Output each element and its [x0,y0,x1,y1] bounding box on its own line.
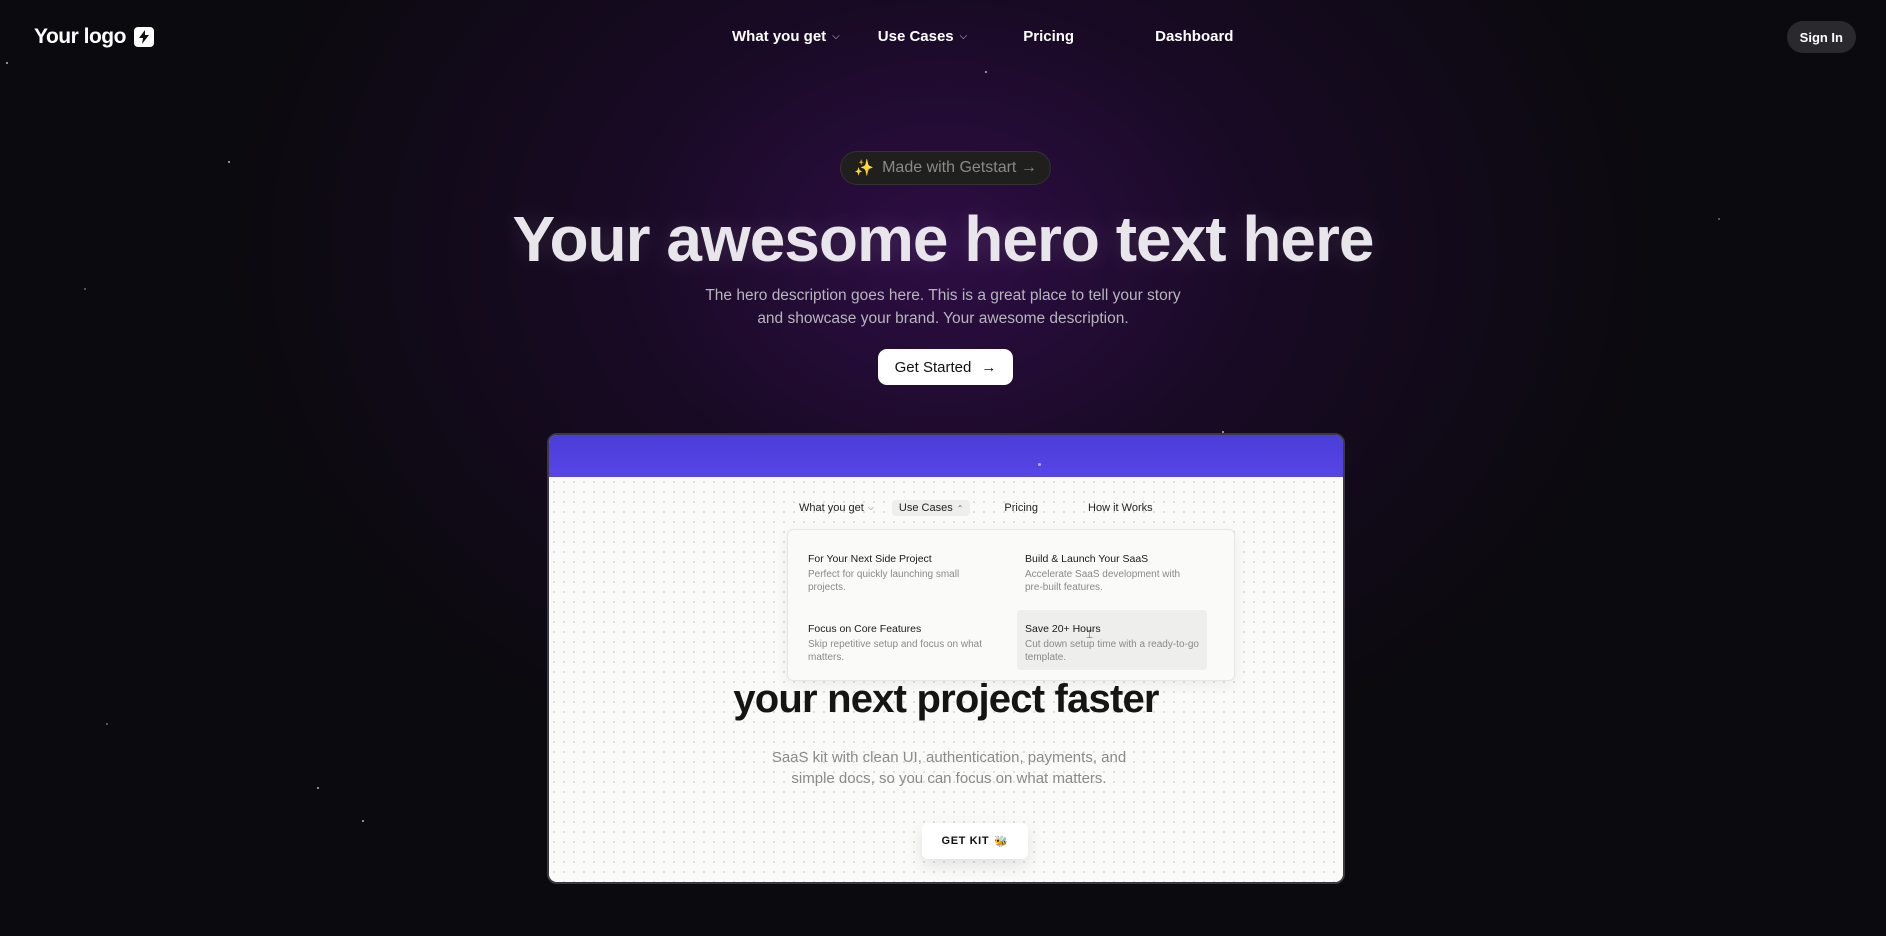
nav-pricing[interactable]: Pricing [1023,28,1074,45]
bee-icon: 🐝 [994,835,1009,848]
get-started-label: Get Started [894,358,972,376]
preview-description: SaaS kit with clean UI, authentication, … [771,749,1127,787]
sign-in-button[interactable]: Sign In [1786,21,1856,53]
arrow-right-icon: → [981,358,997,376]
chevron-down-icon: ⌵ [959,31,968,42]
dropdown-item-core-features[interactable]: Focus on Core Features Skip repetitive s… [800,616,990,670]
nav-dashboard[interactable]: Dashboard [1155,28,1233,45]
preview-header-bar [549,435,1343,477]
dropdown-item-title: Save 20+ Hours [1025,623,1101,635]
hero-description: The hero description goes here. This is … [705,287,1181,327]
dropdown-item-desc: Perfect for quickly launching small proj… [808,569,960,593]
dropdown-item-side-project[interactable]: For Your Next Side Project Perfect for q… [800,546,990,600]
get-started-button[interactable]: Get Started → [878,349,1013,385]
dropdown-item-desc: Accelerate SaaS development with pre-bui… [1025,569,1181,593]
sparkles-icon: ✨ [854,160,875,177]
preview-nav-how-it-works-label: How it Works [1088,502,1153,514]
dropdown-item-title: For Your Next Side Project [808,553,932,565]
preview-nav-what-you-get-label: What you get [799,502,864,514]
hero-title: Your awesome hero text here [512,203,1375,275]
nav-use-cases-label: Use Cases [877,28,954,45]
logo-text: Your logo [34,25,126,48]
top-navigation: Your logo What you get ⌵ Use Cases ⌵ Pri… [0,0,1886,74]
preview-nav-what-you-get[interactable]: What you get ⌵ [799,502,874,514]
nav-what-you-get-label: What you get [732,28,827,45]
dropdown-item-save-hours[interactable]: Save 20+ Hours Cut down setup time with … [1017,610,1207,670]
preview-nav-use-cases-label: Use Cases [898,502,953,514]
bolt-icon [133,27,154,47]
mouse-cursor-icon: ⌶ [1086,627,1094,641]
get-kit-button[interactable]: GET KIT 🐝 [922,823,1028,859]
made-with-badge[interactable]: ✨ Made with Getstart → [840,151,1051,185]
use-cases-dropdown: For Your Next Side Project Perfect for q… [787,529,1235,681]
chevron-down-icon: ⌵ [832,31,840,42]
dropdown-item-desc: Skip repetitive setup and focus on what … [808,639,982,663]
get-kit-label: GET KIT [941,835,990,847]
nav-pricing-label: Pricing [1023,28,1075,45]
preview-nav-pricing-label: Pricing [1004,502,1039,514]
dropdown-item-saas[interactable]: Build & Launch Your SaaS Accelerate SaaS… [1017,546,1207,600]
dropdown-item-title: Build & Launch Your SaaS [1025,553,1149,565]
chevron-up-icon: ⌃ [956,503,964,513]
dropdown-item-desc: Cut down setup time with a ready-to-go t… [1025,639,1199,663]
badge-text: Made with Getstart → [882,159,1037,176]
logo[interactable]: Your logo [34,25,154,49]
nav-use-cases[interactable]: Use Cases ⌵ [878,28,967,45]
nav-what-you-get[interactable]: What you get ⌵ [732,28,840,45]
preview-nav-use-cases[interactable]: Use Cases ⌃ [891,500,971,516]
preview-nav-how-it-works[interactable]: How it Works [1088,502,1153,514]
dropdown-item-title: Focus on Core Features [808,623,922,635]
preview-nav: What you get ⌵ Use Cases ⌃ Pricing How i… [799,500,1153,516]
chevron-down-icon: ⌵ [867,503,874,512]
nav-dashboard-label: Dashboard [1155,28,1234,45]
preview-body: What you get ⌵ Use Cases ⌃ Pricing How i… [549,477,1343,882]
preview-headline: your next project faster [733,677,1159,721]
product-preview: What you get ⌵ Use Cases ⌃ Pricing How i… [547,433,1345,884]
preview-nav-pricing[interactable]: Pricing [1004,502,1038,514]
main-nav: What you get ⌵ Use Cases ⌵ Pricing Dashb… [732,28,1233,45]
